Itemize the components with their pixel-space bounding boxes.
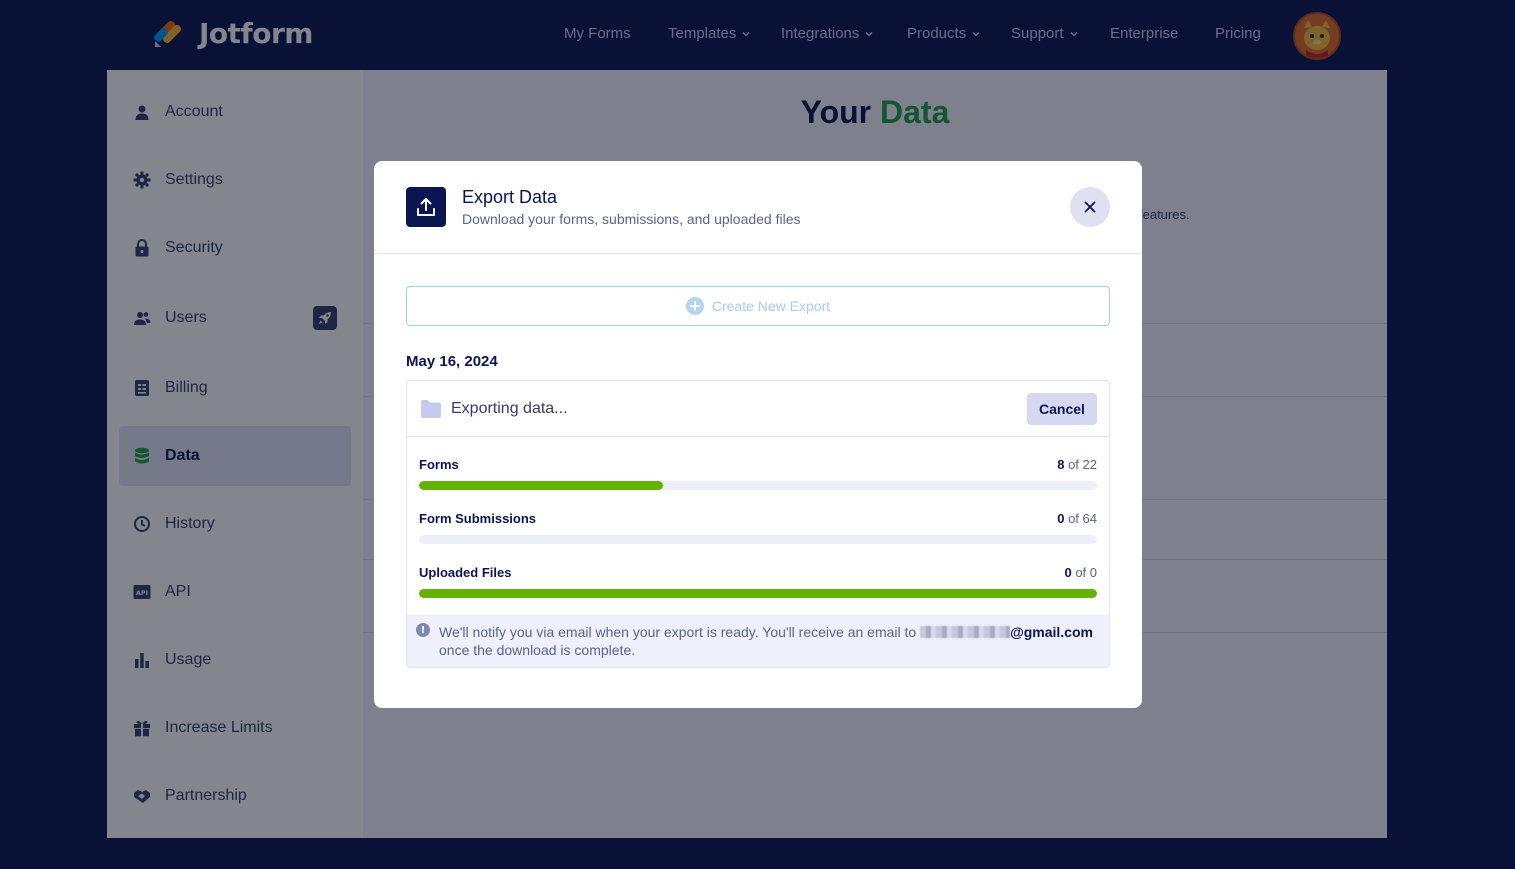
- progress-current: 0: [1064, 565, 1072, 580]
- progress-total: of 0: [1075, 565, 1097, 580]
- upload-icon: [406, 187, 446, 227]
- notice-text-before: We'll notify you via email when your exp…: [439, 624, 921, 640]
- progress-bar-submissions: [419, 535, 1097, 544]
- export-status: Exporting data...: [451, 400, 568, 417]
- notice-text: We'll notify you via email when your exp…: [439, 623, 1101, 659]
- progress-label-forms: Forms: [419, 457, 459, 472]
- modal-header: Export Data Download your forms, submiss…: [374, 161, 1142, 254]
- export-data-modal: Export Data Download your forms, submiss…: [374, 161, 1142, 708]
- progress-total: of 64: [1068, 511, 1097, 526]
- export-item-header: Exporting data... Cancel: [407, 381, 1109, 437]
- cancel-export-button[interactable]: Cancel: [1027, 393, 1097, 425]
- export-date: May 16, 2024: [406, 353, 498, 370]
- progress-count-submissions: 0 of 64: [1057, 511, 1097, 526]
- info-icon: !: [416, 623, 430, 637]
- progress-fill: [419, 589, 1097, 598]
- redacted-email: [920, 626, 1011, 638]
- progress-count-uploaded-files: 0 of 0: [1064, 565, 1097, 580]
- export-item: Exporting data... Cancel Forms 8 of 22 F…: [406, 380, 1110, 668]
- progress-current: 8: [1057, 457, 1065, 472]
- folder-icon: [421, 400, 441, 418]
- create-new-export-label: Create New Export: [711, 298, 831, 314]
- notice-text-after: once the download is complete.: [439, 642, 636, 658]
- progress-fill: [419, 481, 664, 490]
- progress-bar-uploaded-files: [419, 589, 1097, 598]
- create-new-export-button[interactable]: Create New Export: [406, 286, 1110, 326]
- progress-bar-forms: [419, 481, 1097, 490]
- modal-subtitle: Download your forms, submissions, and up…: [462, 211, 801, 227]
- progress-label-uploaded-files: Uploaded Files: [419, 565, 512, 580]
- email-domain: @gmail.com: [1010, 624, 1093, 640]
- progress-current: 0: [1057, 511, 1065, 526]
- progress-count-forms: 8 of 22: [1057, 457, 1097, 472]
- close-icon: [1084, 201, 1096, 213]
- progress-total: of 22: [1068, 457, 1097, 472]
- plus-circle-icon: [685, 297, 704, 315]
- email-notice: ! We'll notify you via email when your e…: [407, 615, 1109, 667]
- modal-title: Export Data: [462, 187, 558, 207]
- close-button[interactable]: [1070, 187, 1110, 227]
- progress-label-submissions: Form Submissions: [419, 511, 537, 526]
